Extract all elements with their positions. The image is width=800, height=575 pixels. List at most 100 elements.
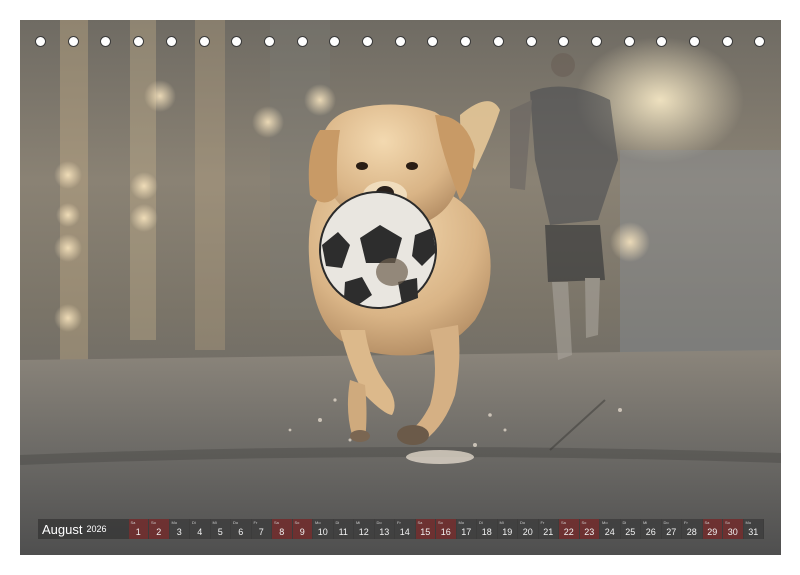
day-weekday: Do <box>376 520 382 525</box>
day-number: 26 <box>645 527 656 537</box>
day-cell: Mi 19 <box>497 519 517 539</box>
day-cell: Sa 29 <box>702 519 722 539</box>
day-weekday: Di <box>192 520 196 525</box>
day-cell: Mo 17 <box>456 519 476 539</box>
binding-hole <box>492 36 504 47</box>
day-weekday: Mo <box>315 520 321 525</box>
binding-hole <box>721 36 733 47</box>
binding-hole <box>296 36 308 47</box>
day-cell: Mo 3 <box>169 519 189 539</box>
day-weekday: Sa <box>130 520 136 525</box>
day-number: 11 <box>338 527 348 537</box>
day-weekday: Do <box>233 520 239 525</box>
day-number: 13 <box>379 527 390 537</box>
day-weekday: So <box>294 520 300 525</box>
day-weekday: So <box>438 520 443 525</box>
binding-hole <box>525 36 537 47</box>
day-list: Sa 1 So 2 Mo 3 Di 4 Mi 5 Do 6 Fr 7 Sa 8 So 9 Mo 10 Di 11 Mi 12 D… <box>128 519 765 539</box>
binding-hole <box>67 36 79 47</box>
binding-hole <box>133 36 145 47</box>
day-cell: So 23 <box>579 519 599 539</box>
day-cell: Mo 24 <box>600 519 620 539</box>
day-cell: Do 20 <box>518 519 538 539</box>
day-number: 22 <box>563 527 574 537</box>
day-weekday: Fr <box>397 520 401 525</box>
day-cell: Sa 22 <box>559 519 579 539</box>
day-number: 31 <box>748 527 759 537</box>
binding-hole <box>100 36 112 47</box>
day-number: 8 <box>279 527 285 537</box>
day-cell: Sa 8 <box>272 519 292 539</box>
day-cell: Fr 14 <box>395 519 415 539</box>
day-cell: So 2 <box>149 519 169 539</box>
month-label: August 2026 <box>38 519 129 539</box>
day-weekday: Fr <box>253 520 258 525</box>
binding-hole <box>689 36 700 47</box>
day-cell: Do 13 <box>374 519 394 539</box>
day-number: 27 <box>666 527 677 537</box>
day-weekday: Mo <box>171 520 178 525</box>
day-number: 18 <box>481 527 492 537</box>
dog-photo <box>20 20 781 555</box>
day-number: 16 <box>440 527 451 537</box>
day-number: 25 <box>625 527 636 537</box>
day-weekday: Mi <box>643 520 648 525</box>
day-cell: Di 11 <box>333 519 353 539</box>
binding-hole <box>231 36 243 47</box>
day-number: 28 <box>686 527 697 537</box>
soccer-ball-icon <box>319 191 437 309</box>
day-weekday: Fr <box>540 520 545 525</box>
month-name: August <box>42 521 83 537</box>
binding-hole <box>427 36 439 47</box>
day-number: 9 <box>299 527 305 537</box>
day-number: 19 <box>502 527 513 537</box>
day-cell: Sa 15 <box>415 519 435 539</box>
day-weekday: So <box>581 520 587 525</box>
day-weekday: Mo <box>458 520 465 525</box>
binding-hole <box>590 36 602 47</box>
binding-hole <box>198 36 210 47</box>
binding-hole <box>263 36 275 47</box>
dog-with-ball-illustration <box>20 20 781 555</box>
day-number: 30 <box>727 527 738 537</box>
day-cell: Fr 28 <box>682 519 702 539</box>
day-number: 12 <box>358 527 369 537</box>
day-number: 20 <box>522 527 533 537</box>
day-weekday: Di <box>622 520 627 525</box>
binding-hole <box>558 36 570 47</box>
day-weekday: So <box>725 520 730 525</box>
day-weekday: So <box>151 520 156 525</box>
month-year: 2026 <box>86 524 107 534</box>
calendar-strip: August 2026 Sa 1 So 2 Mo 3 Di 4 Mi 5 Do 6 Fr 7 Sa 8 So 9 M… <box>38 519 764 539</box>
calendar-page: August 2026 Sa 1 So 2 Mo 3 Di 4 Mi 5 Do 6 Fr 7 Sa 8 So 9 M… <box>0 0 800 575</box>
day-number: 10 <box>317 527 328 537</box>
day-cell: Do 6 <box>231 519 251 539</box>
binding-hole <box>460 36 472 47</box>
binding-hole <box>394 36 406 47</box>
day-cell: Mi 26 <box>641 519 661 539</box>
day-number: 6 <box>238 527 244 537</box>
binding-hole <box>165 36 177 47</box>
day-number: 7 <box>258 527 264 537</box>
day-number: 17 <box>461 527 472 537</box>
day-number: 2 <box>156 527 162 537</box>
day-number: 24 <box>604 527 615 537</box>
day-cell: Mo 10 <box>313 519 333 539</box>
day-number: 3 <box>176 527 182 537</box>
day-cell: Mi 5 <box>210 519 230 539</box>
day-cell: Di 4 <box>190 519 210 539</box>
binding-hole <box>623 36 635 47</box>
day-number: 23 <box>584 527 595 537</box>
day-weekday: Di <box>479 520 483 525</box>
day-number: 14 <box>399 527 410 537</box>
day-cell: Fr 7 <box>251 519 271 539</box>
day-number: 1 <box>135 527 141 537</box>
day-cell: Fr 21 <box>538 519 558 539</box>
day-weekday: Sa <box>417 520 423 525</box>
binding-hole <box>656 36 668 47</box>
binding-hole <box>35 36 46 47</box>
day-weekday: Di <box>335 520 340 525</box>
day-number: 21 <box>543 527 554 537</box>
day-cell: Do 27 <box>661 519 681 539</box>
day-cell: Mi 12 <box>354 519 374 539</box>
